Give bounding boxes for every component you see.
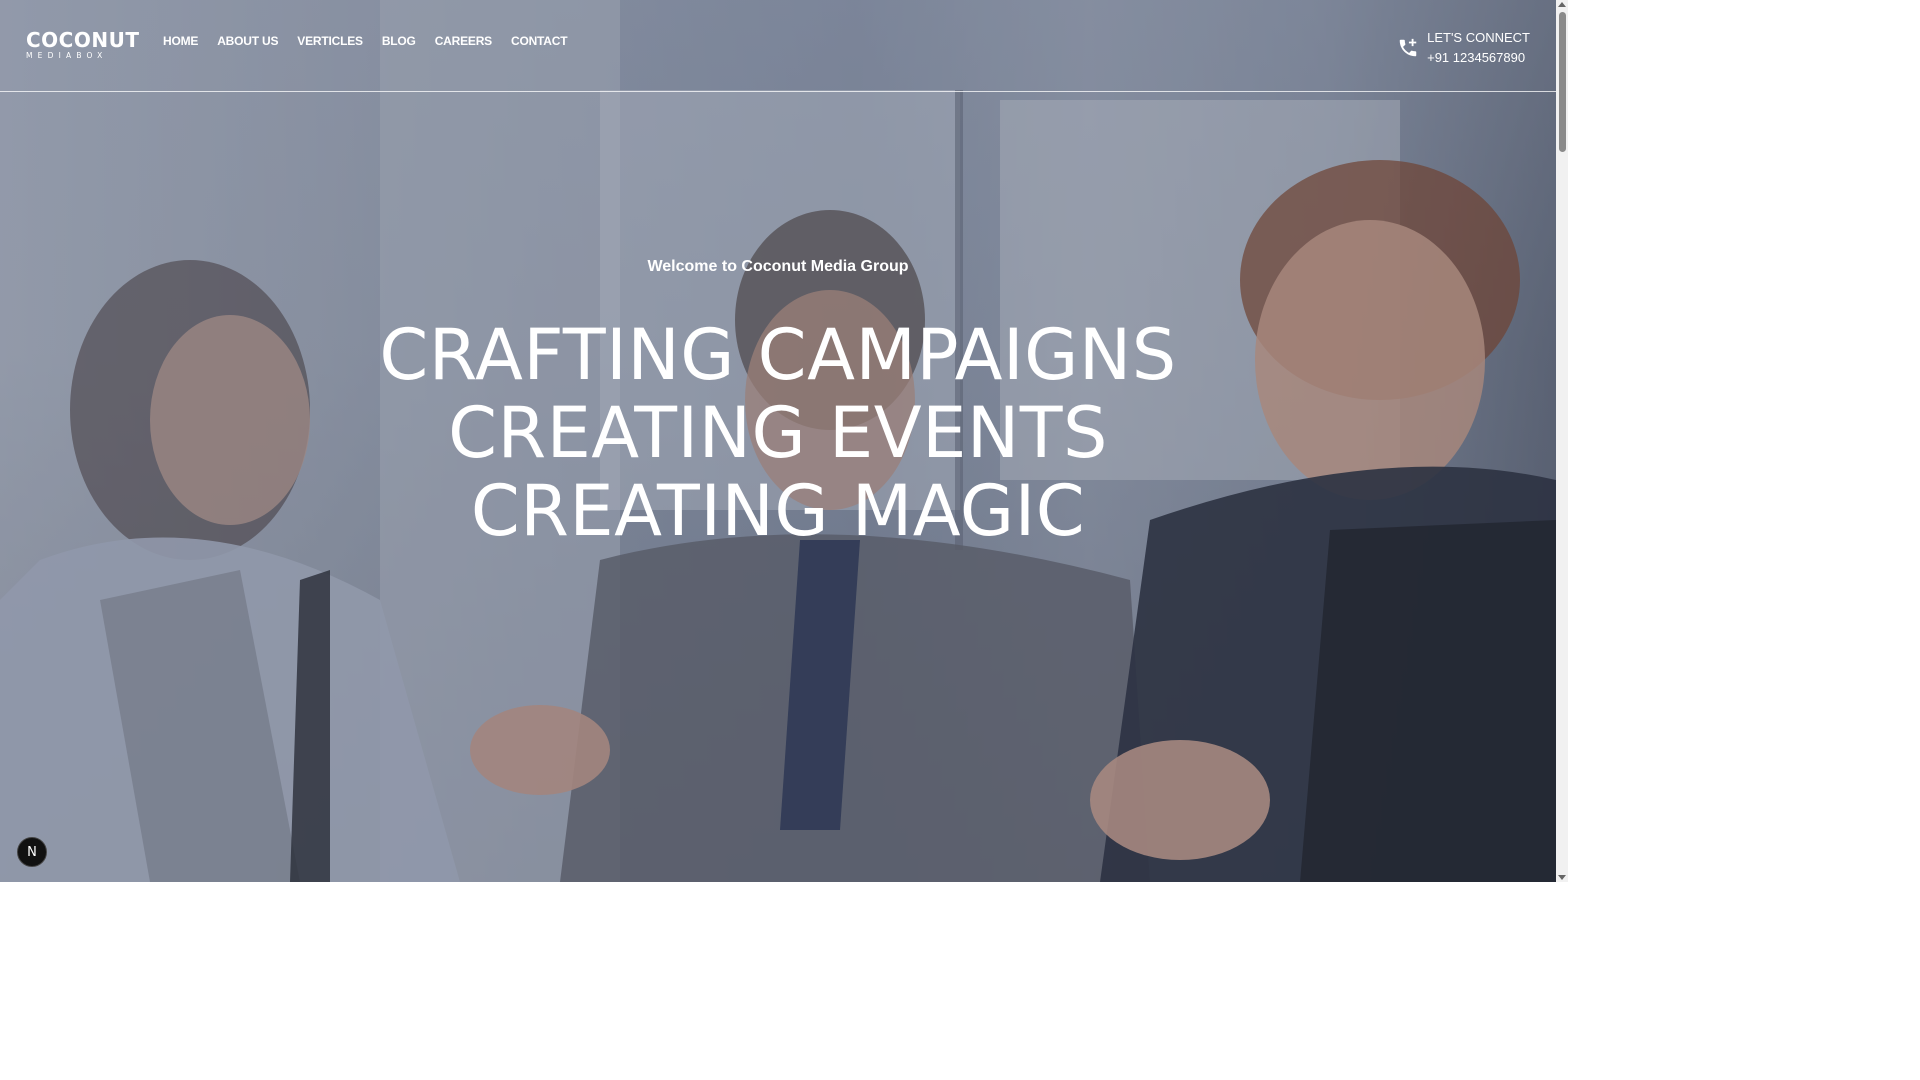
nav-about-us[interactable]: ABOUT US [217, 34, 278, 48]
hero-welcome-text: Welcome to Coconut Media Group [647, 258, 909, 275]
nav-careers[interactable]: CAREERS [435, 34, 492, 48]
connect-phone[interactable]: +91 1234567890 [1427, 48, 1530, 68]
scrollbar-thumb[interactable] [1559, 12, 1566, 152]
nav-contact[interactable]: CONTACT [511, 34, 568, 48]
page: COCONUT MEDIABOX HOME ABOUT US VERTICLES… [0, 0, 1568, 882]
lets-connect[interactable]: LET'S CONNECT +91 1234567890 [1397, 28, 1530, 68]
connect-label: LET'S CONNECT [1427, 30, 1530, 45]
headline-line-1: CRAFTING CAMPAIGNS [379, 314, 1177, 396]
scroll-up-arrow-icon[interactable] [1558, 2, 1566, 7]
nav-blog[interactable]: BLOG [382, 34, 416, 48]
hero-headline: CRAFTING CAMPAIGNS CREATING EVENTS CREAT… [0, 316, 1556, 550]
nav-home[interactable]: HOME [163, 34, 198, 48]
logo-main-text: COCONUT [26, 28, 140, 52]
floating-n-badge[interactable]: N [17, 837, 47, 867]
site-header: COCONUT MEDIABOX HOME ABOUT US VERTICLES… [0, 0, 1556, 92]
headline-line-3: CREATING MAGIC [470, 470, 1086, 552]
scroll-down-arrow-icon[interactable] [1558, 875, 1566, 880]
nav-verticles[interactable]: VERTICLES [297, 34, 363, 48]
vertical-scrollbar[interactable] [1556, 0, 1568, 882]
main-nav: HOME ABOUT US VERTICLES BLOG CAREERS CON… [163, 34, 586, 48]
logo-sub-text: MEDIABOX [26, 51, 108, 60]
logo[interactable]: COCONUT MEDIABOX [26, 28, 140, 60]
phone-add-icon [1399, 38, 1417, 57]
headline-line-2: CREATING EVENTS [448, 392, 1108, 474]
